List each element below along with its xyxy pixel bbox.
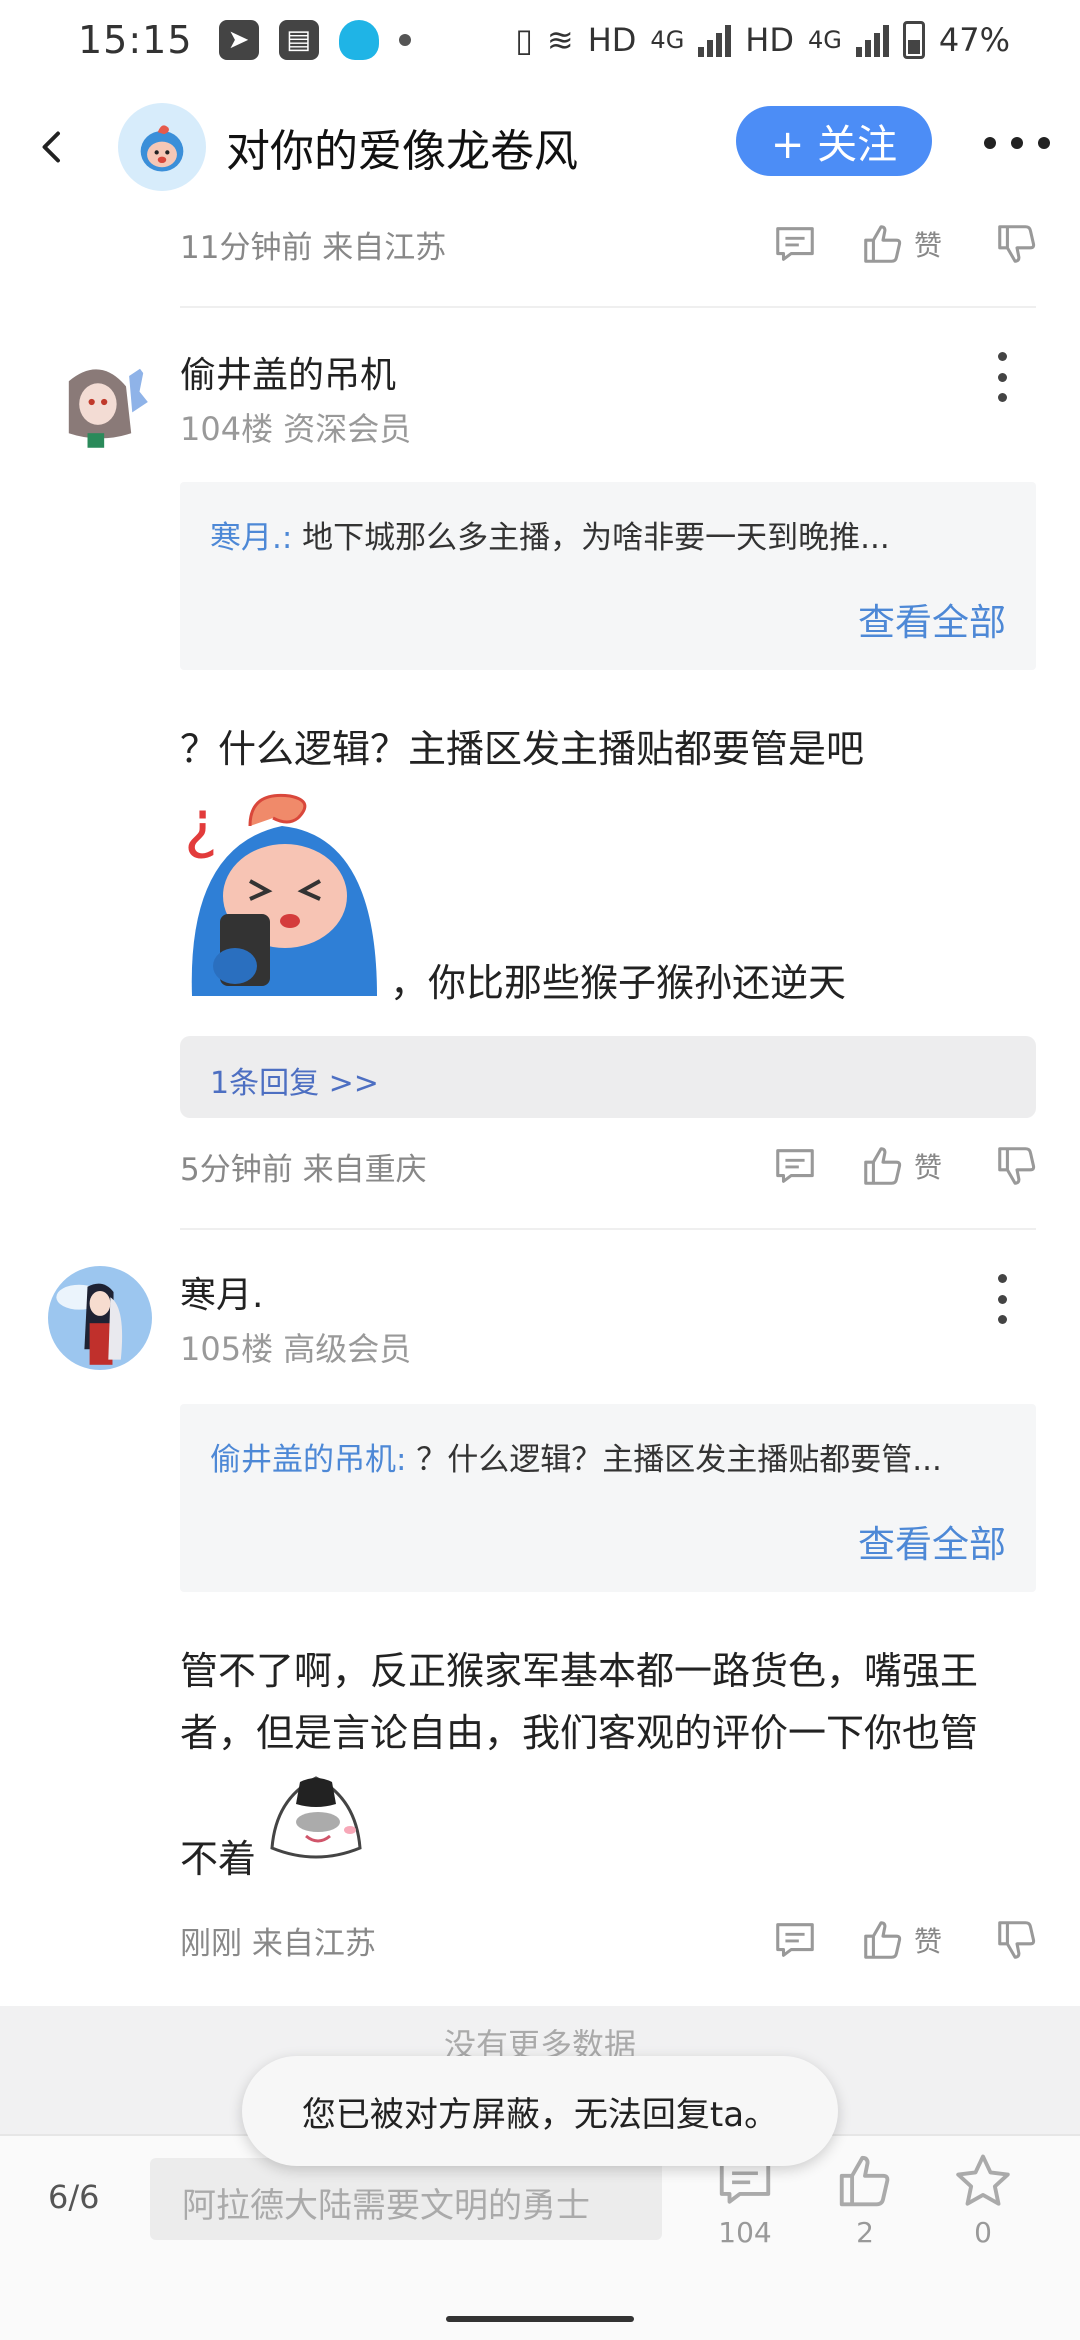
- thumb-up-icon: [839, 2155, 890, 2207]
- post-time-location: 11分钟前 来自江苏: [180, 229, 447, 266]
- back-button[interactable]: [22, 117, 82, 177]
- comment-icon: [776, 227, 814, 261]
- post-floor-level: 105楼 高级会员: [180, 1330, 412, 1368]
- like-button[interactable]: 赞: [860, 221, 942, 267]
- thumb-up-icon: [864, 225, 902, 263]
- post-floor-level: 104楼 资深会员: [180, 410, 412, 448]
- thumb-down-icon: [998, 1921, 1036, 1959]
- quoted-line: 偷井盖的吊机: ？什么逻辑？主播区发主播贴都要管...: [210, 1434, 1010, 1479]
- quoted-text: ？什么逻辑？主播区发主播贴都要管...: [406, 1442, 942, 1478]
- divider: [180, 1228, 1036, 1230]
- page-title: 对你的爱像龙卷风: [226, 126, 578, 177]
- thumb-down-icon: [998, 225, 1036, 263]
- page-indicator[interactable]: 6/6: [48, 2178, 100, 2216]
- thread-header: 对你的爱像龙卷风 + 关注: [0, 92, 1080, 202]
- status-bar: 15:15 ➤ ▤ ▯ ≋ HD 4G HD 4G 47%: [0, 0, 1080, 80]
- message-notification-icon: ▤: [278, 20, 319, 60]
- like-label: 赞: [913, 1151, 942, 1184]
- quoted-text: 地下城那么多主播，为啥非要一天到晚推...: [292, 520, 890, 556]
- avatar-image: [48, 350, 152, 454]
- comment-icon: [776, 1923, 814, 1957]
- svg-text:¿: ¿: [184, 788, 218, 862]
- emoji-sticker: [266, 1772, 366, 1868]
- replies-link[interactable]: 1条回复 >>: [180, 1036, 1036, 1118]
- more-options-button[interactable]: [984, 126, 1050, 160]
- post-text: 管不了啊，反正猴家军基本都一路货色，嘴强王者，但是言论自由，我们客观的评价一下你…: [180, 1649, 979, 1755]
- more-notifications-icon: [398, 34, 411, 46]
- chevron-left-icon: [42, 131, 60, 163]
- thumb-down-icon: [998, 1147, 1036, 1185]
- post-time-location: 5分钟前 来自重庆: [180, 1151, 427, 1188]
- user-avatar[interactable]: [48, 350, 152, 454]
- comments-count: 104: [718, 2216, 772, 2249]
- dislike-button[interactable]: [994, 221, 1040, 267]
- favorite-button[interactable]: 0: [938, 2150, 1028, 2249]
- battery-icon: [902, 21, 925, 59]
- blocked-toast: 您已被对方屏蔽，无法回复ta。: [242, 2056, 838, 2166]
- forum-avatar[interactable]: [118, 103, 206, 191]
- like-button[interactable]: 赞: [860, 1143, 942, 1189]
- avatar-image: [48, 1266, 152, 1370]
- forum-mascot-icon: [140, 125, 184, 172]
- quoted-line: 寒月.: 地下城那么多主播，为啥非要一天到晚推...: [210, 512, 1010, 557]
- post-meta-row: 11分钟前 来自江苏 赞: [180, 214, 1040, 274]
- post-username[interactable]: 偷井盖的吊机: [180, 346, 396, 398]
- comment-button[interactable]: [772, 1917, 818, 1963]
- post-meta-row: 刚刚 来自江苏 赞: [180, 1910, 1040, 1970]
- signal-icon-1: [698, 23, 732, 57]
- rice-ball-emoji: [270, 1776, 362, 1859]
- replies-count-label: 1条回复 >>: [210, 1066, 379, 1101]
- likes-count: 2: [856, 2216, 874, 2249]
- comment-button[interactable]: [772, 1143, 818, 1189]
- post-text: ？什么逻辑？主播区发主播贴都要管是吧: [180, 727, 865, 771]
- user-avatar[interactable]: [48, 1266, 152, 1370]
- divider: [180, 306, 1036, 308]
- thumb-up-icon: [864, 1921, 902, 1959]
- qq-notification-icon: [338, 20, 379, 60]
- mascot-phone-sticker: ¿: [184, 788, 377, 996]
- home-indicator[interactable]: [446, 2316, 634, 2322]
- like-label: 赞: [913, 229, 942, 262]
- status-time: 15:15: [78, 18, 193, 62]
- dislike-button[interactable]: [994, 1917, 1040, 1963]
- like-button[interactable]: 赞: [860, 1917, 942, 1963]
- app-notification-icon: ➤: [218, 20, 259, 60]
- dislike-button[interactable]: [994, 1143, 1040, 1189]
- comment-icon: [776, 1149, 814, 1183]
- thumb-up-icon: [864, 1147, 902, 1185]
- network-type-1: 4G: [650, 26, 685, 54]
- post-more-button[interactable]: [994, 1274, 1010, 1324]
- view-all-link[interactable]: 查看全部: [858, 1514, 1006, 1568]
- post-meta-row: 5分钟前 来自重庆 赞: [180, 1136, 1040, 1196]
- comment-button[interactable]: [772, 221, 818, 267]
- post-time-location: 刚刚 来自江苏: [180, 1925, 376, 1962]
- network-label-1: HD: [587, 21, 637, 59]
- wifi-icon: ≋: [546, 21, 574, 59]
- battery-level: 47%: [938, 21, 1010, 59]
- quoted-username[interactable]: 寒月.:: [210, 520, 292, 556]
- favorites-count: 0: [974, 2216, 992, 2249]
- network-label-2: HD: [745, 21, 794, 59]
- sticker-image: ¿: [180, 786, 380, 996]
- quoted-reply: 偷井盖的吊机: ？什么逻辑？主播区发主播贴都要管... 查看全部: [180, 1404, 1036, 1592]
- vibrate-icon: ▯: [515, 21, 533, 59]
- reply-input[interactable]: 阿拉德大陆需要文明的勇士: [150, 2158, 662, 2240]
- network-type-2: 4G: [808, 26, 842, 54]
- post-more-button[interactable]: [994, 352, 1010, 402]
- like-thread-button[interactable]: 2: [820, 2150, 910, 2249]
- post-username[interactable]: 寒月.: [180, 1266, 263, 1318]
- post-text-continued: ，你比那些猴子猴孙还逆天: [390, 961, 847, 1005]
- like-label: 赞: [913, 1925, 942, 1958]
- signal-icon-2: [855, 23, 889, 57]
- view-all-link[interactable]: 查看全部: [858, 592, 1006, 646]
- quoted-username[interactable]: 偷井盖的吊机:: [210, 1442, 406, 1478]
- star-icon: [956, 2154, 1010, 2206]
- follow-button[interactable]: + 关注: [736, 106, 932, 176]
- quoted-reply: 寒月.: 地下城那么多主播，为啥非要一天到晚推... 查看全部: [180, 482, 1036, 670]
